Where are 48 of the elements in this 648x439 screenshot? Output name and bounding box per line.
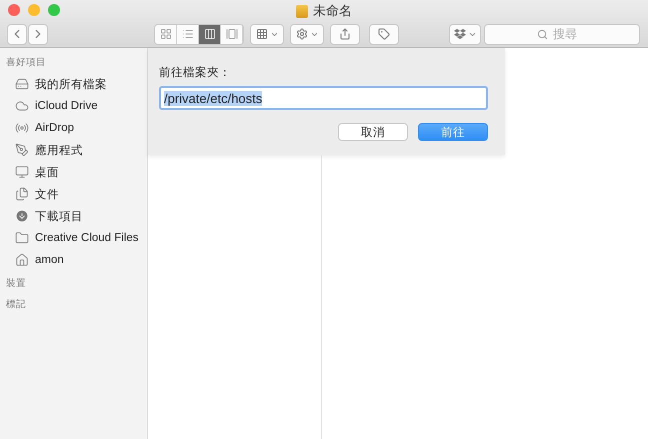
view-mode-button[interactable] bbox=[155, 24, 177, 44]
drive-icon bbox=[296, 4, 308, 18]
grid-icon bbox=[256, 28, 268, 40]
sidebar-section-title: 喜好項目 bbox=[5, 56, 47, 70]
share-icon bbox=[339, 28, 351, 40]
sidebar-item[interactable]: amon bbox=[0, 249, 147, 271]
tag-icon bbox=[378, 28, 390, 40]
sidebar-item[interactable]: 桌面 bbox=[0, 161, 147, 183]
sidebar-item[interactable]: 應用程式 bbox=[0, 139, 147, 161]
view-mode-button[interactable] bbox=[199, 24, 221, 44]
sidebar-item[interactable]: Creative Cloud Files bbox=[0, 227, 147, 249]
column-view-icon bbox=[204, 28, 216, 40]
documents-icon bbox=[15, 187, 29, 201]
minimize-button[interactable] bbox=[28, 4, 40, 16]
back-button[interactable] bbox=[7, 24, 27, 44]
close-button[interactable] bbox=[8, 4, 20, 16]
folder-icon bbox=[15, 231, 29, 245]
search-icon bbox=[537, 28, 548, 40]
window-title: 未命名 bbox=[313, 2, 352, 20]
sidebar-section-title: 標記 bbox=[5, 298, 27, 312]
gallery-view-icon bbox=[226, 28, 238, 40]
zoom-button[interactable] bbox=[48, 4, 60, 16]
view-mode-button[interactable] bbox=[221, 24, 243, 44]
forward-button[interactable] bbox=[28, 24, 48, 44]
path-field[interactable]: /private/etc/hosts bbox=[159, 86, 488, 110]
box-stack-icon bbox=[454, 28, 466, 40]
action-button[interactable] bbox=[290, 24, 324, 44]
drawer-icon bbox=[15, 77, 29, 91]
sidebar-item[interactable]: iCloud Drive bbox=[0, 95, 147, 117]
icon-view-icon bbox=[160, 28, 172, 40]
cloud-icon bbox=[15, 99, 29, 113]
gear-icon bbox=[296, 28, 308, 40]
view-mode-button[interactable] bbox=[177, 24, 199, 44]
desktop-icon bbox=[15, 165, 29, 179]
sidebar-item[interactable]: 下載項目 bbox=[0, 205, 147, 227]
download-icon bbox=[15, 209, 29, 223]
sidebar-item[interactable]: 文件 bbox=[0, 183, 147, 205]
dialog-label: 前往檔案夾： bbox=[159, 65, 232, 80]
arrange-button[interactable] bbox=[250, 24, 284, 44]
tag-button[interactable] bbox=[369, 24, 399, 44]
sidebar-item[interactable]: AirDrop bbox=[0, 117, 147, 139]
dropbox-button[interactable] bbox=[449, 24, 481, 44]
share-button[interactable] bbox=[330, 24, 360, 44]
sidebar-section-title: 裝置 bbox=[5, 276, 27, 290]
cancel-button[interactable]: 取消 bbox=[338, 123, 408, 141]
search-field[interactable]: 搜尋 bbox=[484, 24, 640, 44]
home-icon bbox=[15, 253, 29, 267]
sidebar-item[interactable]: 我的所有檔案 bbox=[0, 73, 147, 95]
